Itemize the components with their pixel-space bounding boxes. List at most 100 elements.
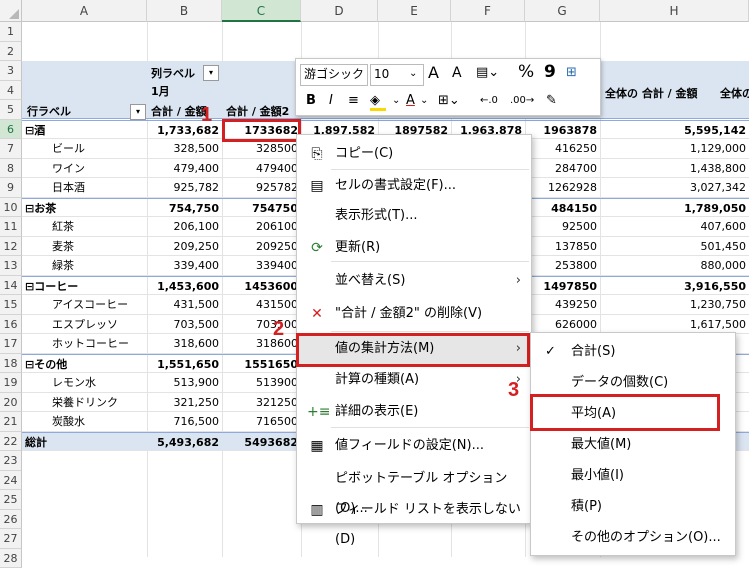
row-header-26[interactable]: 26 bbox=[0, 510, 22, 530]
cell-h15[interactable]: 1,230,750 bbox=[600, 295, 749, 314]
row-header-15[interactable]: 15 bbox=[0, 295, 22, 315]
cell-a7[interactable]: ビール bbox=[22, 139, 147, 158]
cell-b15[interactable]: 431,500 bbox=[147, 295, 222, 314]
row-header-17[interactable]: 17 bbox=[0, 334, 22, 354]
cell-b14[interactable]: 1,453,600 bbox=[147, 277, 222, 295]
cell-a15[interactable]: アイスコーヒー bbox=[22, 295, 147, 314]
font-color-icon[interactable]: A bbox=[406, 91, 415, 111]
cell-a18[interactable]: ⊟その他 bbox=[22, 355, 147, 373]
cell-b8[interactable]: 479,400 bbox=[147, 159, 222, 178]
row-header-20[interactable]: 20 bbox=[0, 393, 22, 413]
row-header-4[interactable]: 4 bbox=[0, 81, 22, 101]
percent-style-button[interactable]: % bbox=[518, 62, 534, 82]
cell-b20[interactable]: 321,250 bbox=[147, 393, 222, 412]
submenu-item-5[interactable]: 積(P) bbox=[531, 491, 735, 522]
menu-item-0[interactable]: ⎘コピー(C) bbox=[297, 139, 531, 169]
row-header-1[interactable]: 1 bbox=[0, 22, 22, 42]
column-header-e[interactable]: E bbox=[378, 0, 451, 22]
cell-a16[interactable]: エスプレッソ bbox=[22, 315, 147, 334]
cell-c12[interactable]: 209250 bbox=[222, 237, 301, 256]
cell-c14[interactable]: 1453600 bbox=[222, 277, 301, 295]
cell-g8[interactable]: 284700 bbox=[525, 159, 600, 178]
row-header-5[interactable]: 5 bbox=[0, 100, 22, 120]
cell-b11[interactable]: 206,100 bbox=[147, 217, 222, 236]
cell-b9[interactable]: 925,782 bbox=[147, 178, 222, 197]
cell-h12[interactable]: 501,450 bbox=[600, 237, 749, 256]
menu-item-1[interactable]: ▤セルの書式設定(F)... bbox=[297, 171, 531, 201]
cell-g14[interactable]: 1497850 bbox=[525, 277, 600, 295]
cell-a13[interactable]: 緑茶 bbox=[22, 256, 147, 275]
cell-c9[interactable]: 925782 bbox=[222, 178, 301, 197]
menu-item-2[interactable]: 表示形式(T)... bbox=[297, 201, 531, 231]
cell-h9[interactable]: 3,027,342 bbox=[600, 178, 749, 197]
cell-c8[interactable]: 479400 bbox=[222, 159, 301, 178]
cell-a11[interactable]: 紅茶 bbox=[22, 217, 147, 236]
menu-item-5[interactable]: ✕"合計 / 金額2" の削除(V) bbox=[297, 299, 531, 329]
menu-item-8[interactable]: +≡詳細の表示(E) bbox=[297, 397, 531, 427]
menu-item-9[interactable]: ▦値フィールドの設定(N)... bbox=[297, 431, 531, 461]
cell-b16[interactable]: 703,500 bbox=[147, 315, 222, 334]
column-header-d[interactable]: D bbox=[301, 0, 378, 22]
cell-h11[interactable]: 407,600 bbox=[600, 217, 749, 236]
row-header-3[interactable]: 3 bbox=[0, 61, 22, 81]
row-header-24[interactable]: 24 bbox=[0, 471, 22, 491]
cell-c16[interactable]: 703500 bbox=[222, 315, 301, 334]
row-header-10[interactable]: 10 bbox=[0, 198, 22, 218]
font-color-dropdown-icon[interactable]: ⌄ bbox=[420, 91, 428, 111]
cell-g12[interactable]: 137850 bbox=[525, 237, 600, 256]
cell-b12[interactable]: 209,250 bbox=[147, 237, 222, 256]
cell-g7[interactable]: 416250 bbox=[525, 139, 600, 158]
row-header-13[interactable]: 13 bbox=[0, 256, 22, 276]
cell-a9[interactable]: 日本酒 bbox=[22, 178, 147, 197]
cell-a22[interactable]: 総計 bbox=[22, 433, 147, 451]
align-center-icon[interactable]: ≡ bbox=[348, 91, 359, 111]
decrease-decimal-icon[interactable]: .00→ bbox=[510, 91, 534, 111]
menu-item-4[interactable]: 並べ替え(S)› bbox=[297, 266, 531, 296]
increase-decimal-icon[interactable]: ←.0 bbox=[480, 91, 498, 111]
cell-b19[interactable]: 513,900 bbox=[147, 373, 222, 392]
cell-a20[interactable]: 栄養ドリンク bbox=[22, 393, 147, 412]
row-header-18[interactable]: 18 bbox=[0, 354, 22, 374]
cell-c17[interactable]: 318600 bbox=[222, 334, 301, 353]
submenu-item-4[interactable]: 最小値(I) bbox=[531, 460, 735, 491]
comma-style-button[interactable]: 9 bbox=[544, 62, 556, 82]
cell-c22[interactable]: 5493682 bbox=[222, 433, 301, 451]
cell-a14[interactable]: ⊟コーヒー bbox=[22, 277, 147, 295]
fill-color-dropdown-icon[interactable]: ⌄ bbox=[392, 91, 400, 111]
cell-c13[interactable]: 339400 bbox=[222, 256, 301, 275]
cell-c19[interactable]: 513900 bbox=[222, 373, 301, 392]
cell-c21[interactable]: 716500 bbox=[222, 412, 301, 431]
cell-g6[interactable]: 1963878 bbox=[525, 121, 600, 139]
submenu-item-0[interactable]: ✓合計(S) bbox=[531, 336, 735, 367]
column-header-b[interactable]: B bbox=[147, 0, 222, 22]
accounting-format-icon[interactable]: ▤⌄ bbox=[476, 63, 499, 83]
cell-g16[interactable]: 626000 bbox=[525, 315, 600, 334]
cell-c15[interactable]: 431500 bbox=[222, 295, 301, 314]
borders-icon[interactable]: ⊞⌄ bbox=[438, 91, 460, 111]
cell-a10[interactable]: ⊟お茶 bbox=[22, 199, 147, 217]
menu-item-10[interactable]: ピボットテーブル オプション(O)... bbox=[297, 464, 531, 494]
row-header-21[interactable]: 21 bbox=[0, 412, 22, 432]
fill-color-icon[interactable]: ◈ bbox=[370, 91, 380, 111]
row-header-14[interactable]: 14 bbox=[0, 276, 22, 296]
cell-c20[interactable]: 321250 bbox=[222, 393, 301, 412]
cell-g13[interactable]: 253800 bbox=[525, 256, 600, 275]
row-header-27[interactable]: 27 bbox=[0, 529, 22, 549]
cell-g10[interactable]: 484150 bbox=[525, 199, 600, 217]
cell-c18[interactable]: 1551650 bbox=[222, 355, 301, 373]
cell-a8[interactable]: ワイン bbox=[22, 159, 147, 178]
grow-font-icon[interactable]: A bbox=[428, 63, 439, 83]
italic-button[interactable]: I bbox=[329, 91, 333, 111]
format-table-icon[interactable]: ⊞ bbox=[566, 63, 577, 83]
row-header-28[interactable]: 28 bbox=[0, 549, 22, 568]
cell-c10[interactable]: 754750 bbox=[222, 199, 301, 217]
menu-item-7[interactable]: 計算の種類(A)› bbox=[297, 365, 531, 395]
submenu-item-6[interactable]: その他のオプション(O)... bbox=[531, 522, 735, 553]
cell-h6[interactable]: 5,595,142 bbox=[600, 121, 749, 139]
cell-b18[interactable]: 1,551,650 bbox=[147, 355, 222, 373]
row-header-7[interactable]: 7 bbox=[0, 139, 22, 159]
row-header-9[interactable]: 9 bbox=[0, 178, 22, 198]
row-header-12[interactable]: 12 bbox=[0, 237, 22, 257]
cell-b13[interactable]: 339,400 bbox=[147, 256, 222, 275]
cell-a21[interactable]: 炭酸水 bbox=[22, 412, 147, 431]
